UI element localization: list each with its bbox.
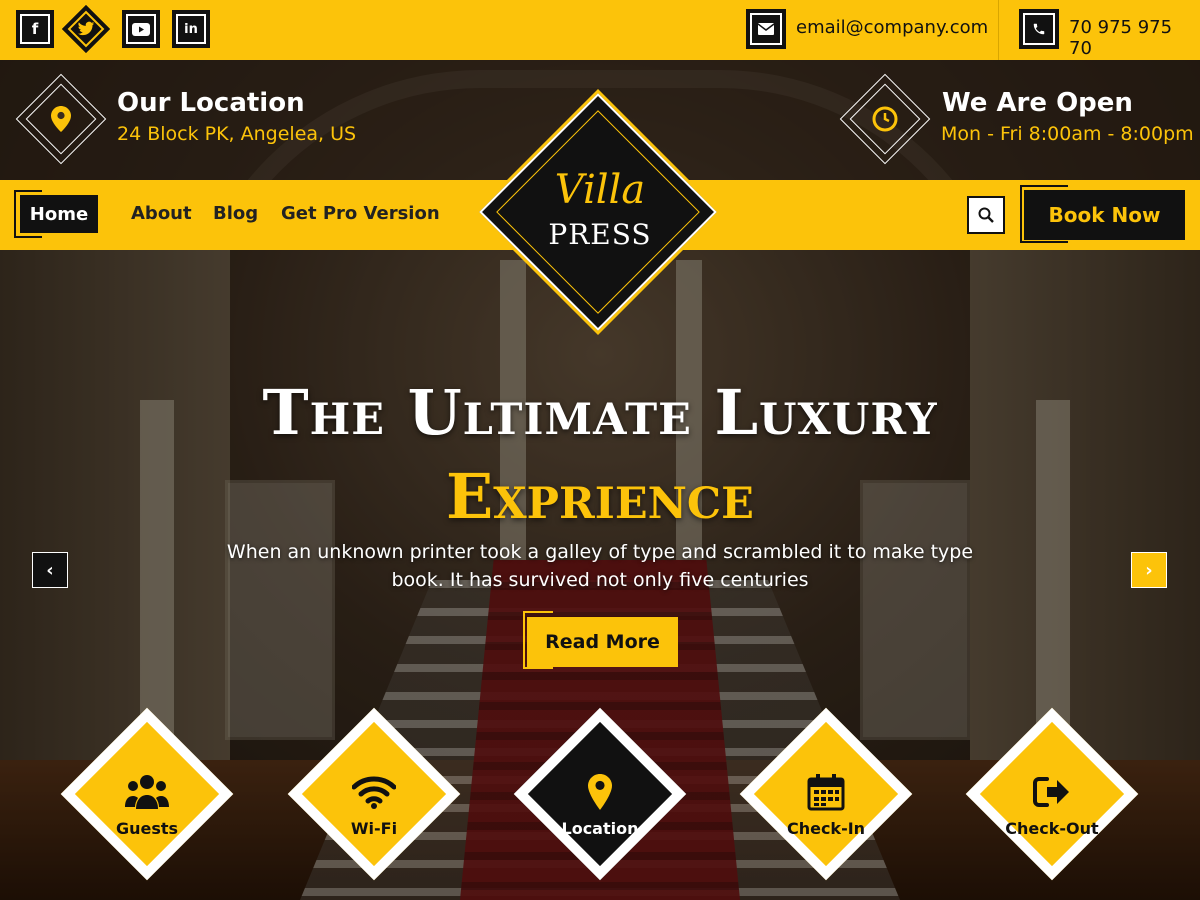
envelope-icon xyxy=(750,13,782,45)
top-bar: f in email@company.com 70 975 975 70 xyxy=(0,0,1200,60)
read-more-button[interactable]: Read More xyxy=(527,617,678,667)
twitter-link[interactable] xyxy=(61,4,111,54)
facebook-link[interactable]: f xyxy=(16,10,54,48)
email-link[interactable]: email@company.com xyxy=(796,17,988,38)
facebook-icon: f xyxy=(20,14,50,44)
location-title: Our Location xyxy=(117,88,305,118)
email-icon-box xyxy=(746,9,786,49)
logo-line2: PRESS xyxy=(548,218,652,251)
location-pin-icon xyxy=(570,770,630,814)
search-button[interactable] xyxy=(967,196,1005,234)
slider-prev-button[interactable]: ‹ xyxy=(32,552,68,588)
youtube-icon xyxy=(126,14,156,44)
slide-title-line1: The Ultimate Luxury xyxy=(262,376,938,449)
nav-blog[interactable]: Blog xyxy=(213,203,258,224)
phone-icon-box xyxy=(1019,9,1059,49)
feature-guests-label: Guests xyxy=(115,819,179,838)
guests-icon xyxy=(117,770,177,814)
feature-check-in-label: Check-In xyxy=(786,819,866,838)
topbar-divider xyxy=(998,0,999,60)
chevron-right-icon: › xyxy=(1145,559,1153,581)
feature-location-label: Location xyxy=(561,819,639,838)
slide-title-line2: Exprience xyxy=(446,460,754,533)
map-pin-icon xyxy=(51,106,71,132)
twitter-icon xyxy=(67,10,105,48)
feature-check-out-label: Check-Out xyxy=(1005,819,1099,838)
sign-out-icon xyxy=(1022,770,1082,814)
slider-next-button[interactable]: › xyxy=(1131,552,1167,588)
chevron-left-icon: ‹ xyxy=(46,559,54,581)
search-icon xyxy=(978,207,994,223)
nav-home[interactable]: Home xyxy=(20,195,98,233)
phone-icon xyxy=(1023,13,1055,45)
linkedin-icon: in xyxy=(176,14,206,44)
nav-get-pro[interactable]: Get Pro Version xyxy=(281,203,440,224)
hours-title: We Are Open xyxy=(942,88,1133,118)
wifi-icon xyxy=(344,770,404,814)
clock-icon xyxy=(872,106,898,132)
slide-description: When an unknown printer took a galley of… xyxy=(226,541,974,591)
book-now-button[interactable]: Book Now xyxy=(1024,190,1185,240)
hours-value: Mon - Fri 8:00am - 8:00pm xyxy=(941,123,1194,145)
linkedin-link[interactable]: in xyxy=(172,10,210,48)
location-address: 24 Block PK, Angelea, US xyxy=(117,123,357,145)
calendar-icon xyxy=(796,770,856,814)
logo-line1: Villa xyxy=(554,167,646,213)
phone-link[interactable]: 70 975 975 70 xyxy=(1069,17,1200,59)
nav-about[interactable]: About xyxy=(131,203,192,224)
youtube-link[interactable] xyxy=(122,10,160,48)
feature-wifi-label: Wi-Fi xyxy=(350,819,398,838)
